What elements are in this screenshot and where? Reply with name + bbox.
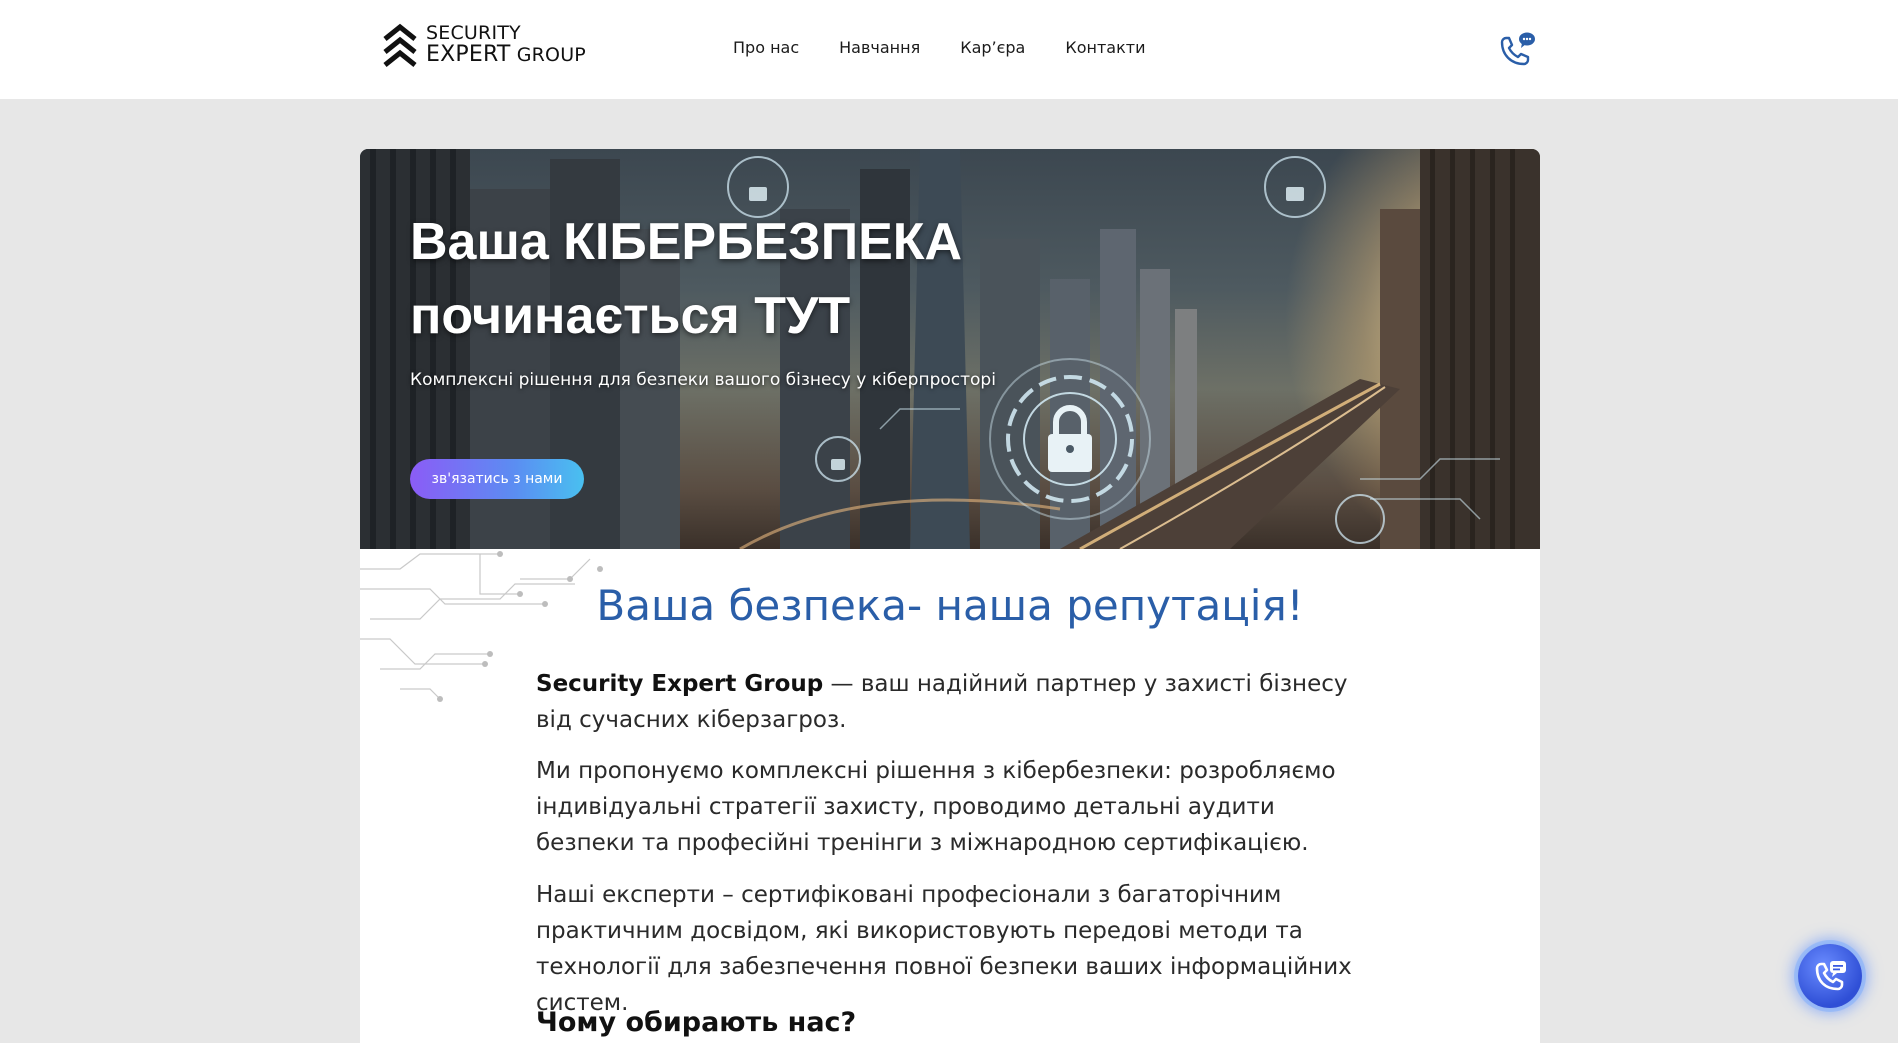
about-paragraph-2: Ми пропонуємо комплексні рішення з кібер… (536, 758, 1336, 856)
nav-contacts[interactable]: Контакти (1065, 38, 1145, 57)
content-card: Ваша КІБЕРБЕЗПЕКА починається ТУТ Компле… (360, 149, 1540, 1043)
nav-training[interactable]: Навчання (839, 38, 920, 57)
phone-chat-icon[interactable] (1494, 28, 1538, 72)
logo-text: SECURITY EXPERT GROUP (426, 24, 586, 66)
main-nav: Про нас Навчання Кар’єра Контакти (733, 38, 1145, 57)
nav-career[interactable]: Кар’єра (960, 38, 1025, 57)
logo[interactable]: SECURITY EXPERT GROUP (382, 20, 592, 70)
logo-expert: EXPERT (426, 42, 511, 67)
hero-subtitle: Комплексні рішення для безпеки вашого бі… (410, 370, 996, 390)
logo-line2: EXPERT GROUP (426, 44, 586, 66)
hero-title-line1: Ваша КІБЕРБЕЗПЕКА (410, 213, 963, 271)
hero-title: Ваша КІБЕРБЕЗПЕКА починається ТУТ (410, 205, 962, 353)
site-header: SECURITY EXPERT GROUP Про нас Навчання К… (0, 0, 1898, 99)
logo-group: GROUP (510, 44, 586, 66)
logo-chevrons-icon (383, 23, 417, 67)
hero-title-line2: починається ТУТ (410, 287, 851, 345)
section-title: Ваша безпека- наша репутація! (596, 581, 1304, 630)
hero-banner: Ваша КІБЕРБЕЗПЕКА починається ТУТ Компле… (360, 149, 1540, 549)
company-name: Security Expert Group (536, 671, 824, 697)
about-paragraph-3: Наші експерти – сертифіковані професіона… (536, 882, 1352, 1016)
logo-line1: SECURITY (426, 22, 521, 44)
why-us-heading: Чому обирають нас? (536, 1007, 857, 1038)
about-paragraph-1: Security Expert Group — ваш надійний пар… (536, 666, 1376, 738)
contact-us-button[interactable]: зв'язатись з нами (410, 459, 584, 499)
phone-chat-icon (1815, 961, 1846, 991)
floating-call-button[interactable] (1798, 944, 1862, 1008)
nav-about[interactable]: Про нас (733, 38, 799, 57)
